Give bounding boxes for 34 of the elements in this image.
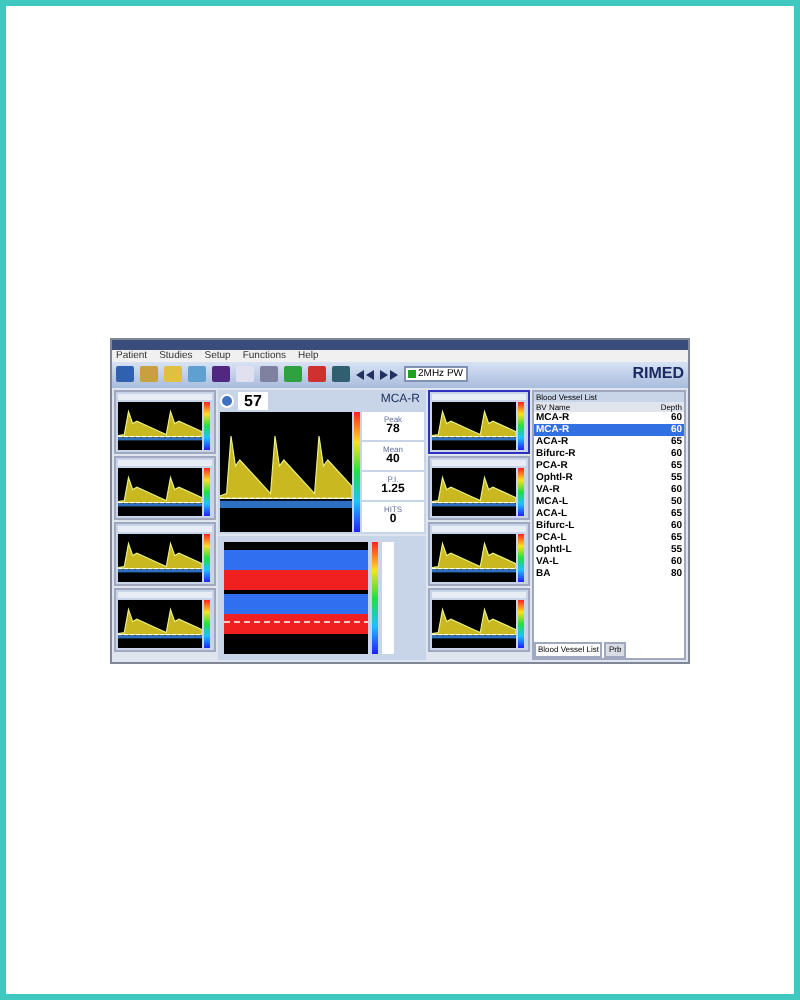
color-scale-bar bbox=[518, 467, 524, 515]
color-scale-bar bbox=[204, 533, 210, 581]
doppler-spectrum-drawing bbox=[118, 401, 202, 449]
doppler-spectrum-drawing bbox=[118, 533, 202, 581]
doppler-spectrum-drawing bbox=[118, 599, 202, 647]
panel-header-bar bbox=[432, 393, 526, 399]
color-scale-bar bbox=[204, 599, 210, 647]
color-scale-bar bbox=[518, 533, 524, 581]
color-scale-bar bbox=[354, 411, 360, 531]
panel-header-bar bbox=[118, 525, 212, 531]
panel-header-bar bbox=[432, 459, 526, 465]
panel-header-bar bbox=[432, 525, 526, 531]
rewind-icon[interactable] bbox=[356, 369, 374, 379]
depth-readout: 57 bbox=[238, 391, 268, 409]
doppler-spectrum-drawing bbox=[118, 467, 202, 515]
doppler-spectrum-drawing bbox=[432, 401, 516, 449]
fast-forward-icon[interactable] bbox=[380, 369, 398, 379]
panel-header-bar bbox=[432, 591, 526, 597]
doppler-spectrum-drawing bbox=[432, 599, 516, 647]
color-scale-bar bbox=[518, 401, 524, 449]
doppler-spectrum-drawing bbox=[432, 533, 516, 581]
panel-header-bar bbox=[118, 459, 212, 465]
brand-logo: RIMED bbox=[632, 362, 684, 386]
doppler-spectrum-drawing bbox=[432, 467, 516, 515]
depth-gauge-bar bbox=[382, 541, 394, 653]
panel-header-bar bbox=[118, 393, 212, 399]
color-scale-bar bbox=[204, 467, 210, 515]
status-indicator-icon bbox=[408, 370, 416, 378]
panel-header-bar bbox=[118, 591, 212, 597]
color-scale-bar bbox=[204, 401, 210, 449]
mmode-display-drawing bbox=[224, 541, 368, 653]
color-scale-bar bbox=[372, 541, 378, 653]
doppler-spectrum-drawing bbox=[220, 411, 352, 531]
color-scale-bar bbox=[518, 599, 524, 647]
